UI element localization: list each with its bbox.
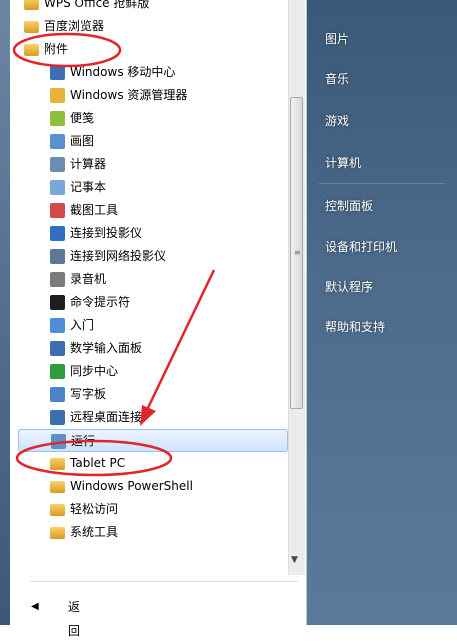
right-menu-divider <box>319 183 445 184</box>
program-folder[interactable]: 百度浏览器 <box>18 15 288 38</box>
program-item[interactable]: 连接到投影仪 <box>18 222 288 245</box>
right-menu-item[interactable]: 图片 <box>325 30 349 47</box>
program-label: WPS Office 抢鲜版 <box>44 0 150 10</box>
program-label: 入门 <box>70 318 95 332</box>
sound-recorder-icon <box>50 272 65 287</box>
program-folder[interactable]: Tablet PC <box>18 452 288 475</box>
network-projector-icon <box>50 249 65 264</box>
program-item[interactable]: 写字板 <box>18 383 288 406</box>
remote-desktop-icon <box>50 410 65 425</box>
program-folder[interactable]: 附件 <box>18 38 288 61</box>
program-item[interactable]: 远程桌面连接 <box>18 406 288 429</box>
system-tools-folder-icon <box>50 527 65 539</box>
program-folder[interactable]: Windows PowerShell <box>18 475 288 498</box>
right-menu-item[interactable]: 帮助和支持 <box>325 318 385 335</box>
right-menu-item[interactable]: 默认程序 <box>325 278 373 295</box>
baidu-folder-icon <box>24 21 39 33</box>
program-label: 轻松访问 <box>70 502 119 516</box>
program-item[interactable]: 连接到网络投影仪 <box>18 245 288 268</box>
program-label: Windows PowerShell <box>70 479 193 493</box>
program-label: 便笺 <box>70 111 95 125</box>
program-label: 画图 <box>70 134 95 148</box>
program-folder[interactable]: 轻松访问 <box>18 498 288 521</box>
program-label: Windows 资源管理器 <box>70 88 188 102</box>
back-label: 返回 <box>68 600 81 638</box>
right-menu-item[interactable]: 设备和打印机 <box>325 238 397 255</box>
cmd-icon <box>50 295 65 310</box>
program-item[interactable]: Windows 资源管理器 <box>18 84 288 107</box>
program-item[interactable]: 计算器 <box>18 153 288 176</box>
program-item[interactable]: 入门 <box>18 314 288 337</box>
wps-folder-icon <box>24 0 39 10</box>
right-menu-item[interactable]: 游戏 <box>325 112 349 129</box>
program-label: 运行 <box>71 434 96 448</box>
program-label: 远程桌面连接 <box>70 410 143 424</box>
program-label: Tablet PC <box>70 456 126 470</box>
program-folder[interactable]: 系统工具 <box>18 521 288 544</box>
calculator-icon <box>50 157 65 172</box>
program-label: 连接到网络投影仪 <box>70 249 167 263</box>
grip-icon: ≡ <box>294 248 301 257</box>
scrollbar[interactable]: ≡ ▼ <box>288 0 305 575</box>
back-arrow-icon: ◀ <box>31 601 39 612</box>
program-label: 记事本 <box>70 180 107 194</box>
program-label: 截图工具 <box>70 203 119 217</box>
program-item[interactable]: 录音机 <box>18 268 288 291</box>
program-item[interactable]: 同步中心 <box>18 360 288 383</box>
right-menu-item[interactable]: 控制面板 <box>325 197 373 214</box>
program-item[interactable]: 运行 <box>18 429 288 452</box>
programs-list: WPS Office 抢鲜版百度浏览器附件 Windows 移动中心 Windows… <box>18 0 288 544</box>
notepad-icon <box>50 180 65 195</box>
sticky-notes-icon <box>50 111 65 126</box>
powershell-folder-icon <box>50 481 65 493</box>
program-label: 同步中心 <box>70 364 119 378</box>
program-label: 百度浏览器 <box>44 19 105 33</box>
program-item[interactable]: 便笺 <box>18 107 288 130</box>
program-item[interactable]: 数学输入面板 <box>18 337 288 360</box>
projector-icon <box>50 226 65 241</box>
mobility-center-icon <box>50 65 65 80</box>
tablet-pc-folder-icon <box>50 458 65 470</box>
right-menu-panel: 图片音乐游戏计算机控制面板设备和打印机 默认程序帮助和支持 <box>307 0 457 625</box>
program-label: 录音机 <box>70 272 107 286</box>
program-label: 附件 <box>44 42 69 56</box>
programs-panel: WPS Office 抢鲜版百度浏览器附件 Windows 移动中心 Windows… <box>0 0 307 638</box>
explorer-icon <box>50 88 65 103</box>
program-item[interactable]: 记事本 <box>18 176 288 199</box>
right-menu-item[interactable]: 计算机 <box>325 154 361 171</box>
scroll-thumb[interactable]: ≡ <box>290 97 303 409</box>
divider <box>30 581 298 582</box>
program-label: Windows 移动中心 <box>70 65 176 79</box>
program-item[interactable]: Windows 移动中心 <box>18 61 288 84</box>
sync-center-icon <box>50 364 65 379</box>
program-label: 系统工具 <box>70 525 119 539</box>
ease-of-access-folder-icon <box>50 504 65 516</box>
program-item[interactable]: 命令提示符 <box>18 291 288 314</box>
scroll-down-icon[interactable]: ▼ <box>291 555 298 565</box>
program-item[interactable]: 截图工具 <box>18 199 288 222</box>
math-input-icon <box>50 341 65 356</box>
program-label: 数学输入面板 <box>70 341 143 355</box>
program-label: 连接到投影仪 <box>70 226 143 240</box>
program-label: 命令提示符 <box>70 295 131 309</box>
program-item[interactable]: 画图 <box>18 130 288 153</box>
accessories-folder-icon <box>24 44 39 56</box>
wordpad-icon <box>50 387 65 402</box>
panel-edge <box>0 0 10 625</box>
program-folder[interactable]: WPS Office 抢鲜版 <box>18 0 288 15</box>
getting-started-icon <box>50 318 65 333</box>
paint-icon <box>50 134 65 149</box>
snipping-tool-icon <box>50 203 65 218</box>
program-label: 计算器 <box>70 157 107 171</box>
program-label: 写字板 <box>70 387 107 401</box>
right-menu-item[interactable]: 音乐 <box>325 70 349 87</box>
run-icon <box>51 434 66 449</box>
